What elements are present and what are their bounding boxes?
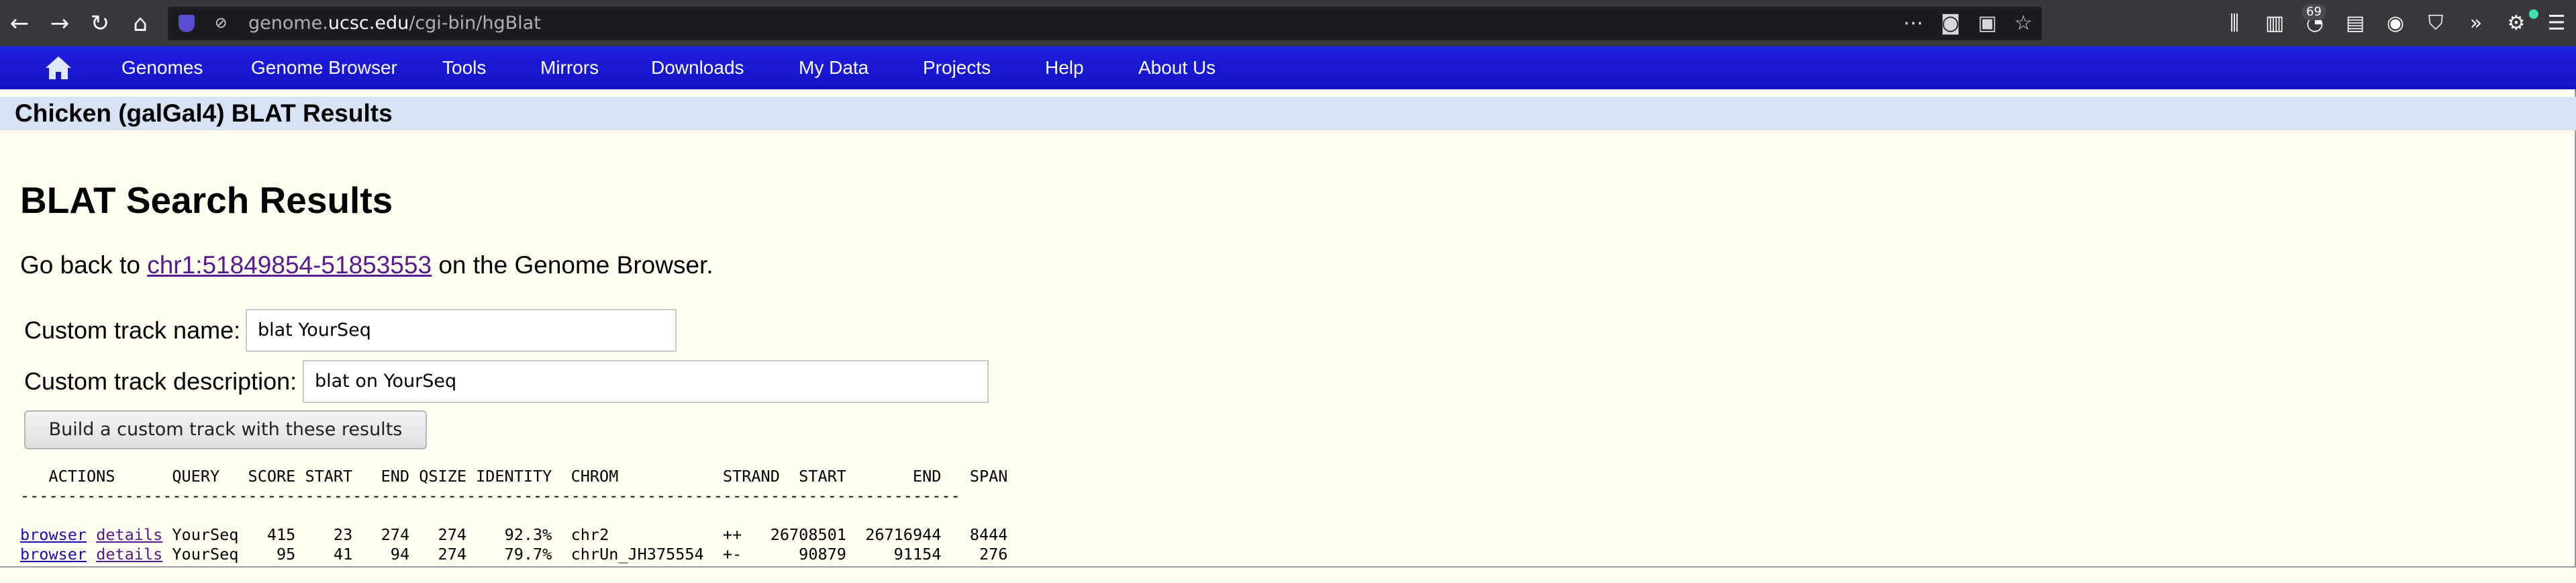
results-table: ACTIONS QUERY SCORE START END QSIZE IDEN…	[20, 467, 1007, 564]
extensions-icon[interactable]: ⚙	[2499, 7, 2533, 40]
url-text[interactable]: genome.ucsc.edu/cgi-bin/hgBlat	[248, 7, 541, 40]
forward-icon[interactable]: →	[43, 7, 77, 40]
nav-help[interactable]: Help	[1045, 46, 1084, 89]
result-row: browser details YourSeq 95 41 94 274 79.…	[20, 545, 1007, 564]
browser-toolbar: ← → ↻ ⌂ ⊘ genome.ucsc.edu/cgi-bin/hgBlat…	[0, 0, 2576, 46]
nav-genome-browser[interactable]: Genome Browser	[251, 46, 397, 89]
reader-icon[interactable]: ▤	[2338, 7, 2372, 40]
account-icon[interactable]: ◉	[2379, 7, 2412, 40]
browser-link[interactable]: browser	[20, 525, 87, 544]
pocket-icon[interactable]: ◙	[1941, 7, 1961, 40]
build-custom-track-button[interactable]: Build a custom track with these results	[24, 410, 427, 449]
bookmark-star-icon[interactable]: ☆	[2014, 7, 2032, 40]
nav-my-data[interactable]: My Data	[799, 46, 869, 89]
details-link[interactable]: details	[96, 525, 162, 544]
go-back-suffix: on the Genome Browser.	[432, 251, 713, 279]
url-host-prefix: genome.	[248, 13, 328, 34]
url-path: /cgi-bin/hgBlat	[409, 13, 541, 34]
track-name-label: Custom track name:	[24, 316, 241, 344]
site-info-icon[interactable]: ⊘	[215, 15, 230, 32]
track-name-input[interactable]: blat YourSeq	[246, 309, 677, 352]
address-bar[interactable]: ⊘ genome.ucsc.edu/cgi-bin/hgBlat ⋯ ◙ ▣ ☆	[168, 7, 2042, 40]
result-row-values: YourSeq 95 41 94 274 79.7% chrUn_JH37555…	[162, 545, 1008, 564]
reload-icon[interactable]: ↻	[83, 7, 117, 40]
results-divider: ----------------------------------------…	[20, 486, 960, 505]
go-back-prefix: Go back to	[20, 251, 148, 279]
nav-downloads[interactable]: Downloads	[651, 46, 744, 89]
url-host: ucsc.edu	[328, 13, 409, 34]
nav-about-us[interactable]: About Us	[1138, 46, 1216, 89]
shield-addon-icon[interactable]: ⛉	[2419, 7, 2453, 40]
menu-icon[interactable]: ☰	[2540, 7, 2573, 40]
site-nav: Genomes Genome Browser Tools Mirrors Dow…	[0, 46, 2576, 89]
browser-link[interactable]: browser	[20, 545, 87, 564]
title-bar: Chicken (galGal4) BLAT Results	[0, 97, 2576, 130]
nav-mirrors[interactable]: Mirrors	[540, 46, 599, 89]
tracking-shield-icon[interactable]	[179, 15, 195, 32]
sidebar-icon[interactable]: ▥	[2258, 7, 2291, 40]
results-spacer	[20, 506, 1007, 525]
nav-tools[interactable]: Tools	[442, 46, 486, 89]
notification-dot	[2529, 9, 2538, 19]
url-actions: ⋯ ◙ ▣ ☆	[1903, 7, 2032, 40]
nav-genomes[interactable]: Genomes	[121, 46, 203, 89]
result-row-values: YourSeq 415 23 274 274 92.3% chr2 ++ 267…	[162, 525, 1008, 544]
overflow-icon[interactable]: »	[2459, 7, 2493, 40]
library-icon[interactable]: ⫼	[2218, 7, 2251, 40]
home-icon[interactable]	[44, 55, 72, 81]
page-actions-icon[interactable]: ⋯	[1903, 7, 1924, 40]
result-row: browser details YourSeq 415 23 274 274 9…	[20, 525, 1007, 545]
results-header: ACTIONS QUERY SCORE START END QSIZE IDEN…	[20, 467, 1008, 486]
nav-projects[interactable]: Projects	[923, 46, 991, 89]
home-browser-icon[interactable]: ⌂	[123, 7, 157, 40]
track-description-label: Custom track description:	[24, 367, 297, 395]
main-heading: BLAT Search Results	[20, 179, 393, 221]
back-icon[interactable]: ←	[3, 7, 36, 40]
position-link[interactable]: chr1:51849854-51853553	[147, 251, 432, 279]
page-title: Chicken (galGal4) BLAT Results	[15, 99, 393, 127]
details-link[interactable]: details	[96, 545, 162, 564]
track-description-input[interactable]: blat on YourSeq	[303, 360, 989, 403]
counter-badge: 69	[2302, 4, 2326, 20]
go-back-line: Go back to chr1:51849854-51853553 on the…	[20, 250, 713, 281]
extension-icon[interactable]: ▣	[1978, 7, 1997, 40]
